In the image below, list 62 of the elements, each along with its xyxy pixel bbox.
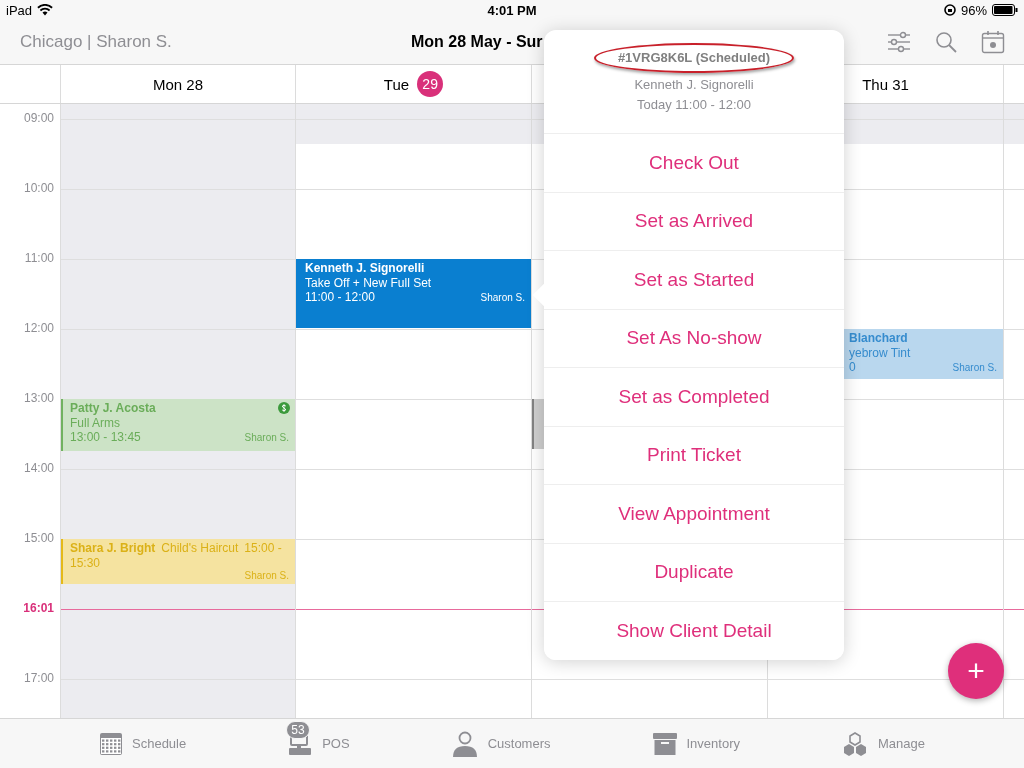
calendar-grid-icon	[100, 732, 122, 755]
day-header[interactable]: Tue 29	[295, 65, 531, 103]
hour-label: 11:00	[24, 251, 54, 265]
hour-label: 09:00	[23, 111, 54, 125]
tab-bar-item[interactable]: Inventory	[652, 732, 740, 755]
service-name: yebrow Tint	[849, 345, 912, 360]
date-range-title: Mon 28 May - Sur	[411, 33, 543, 51]
appointment-block[interactable]: Kenneth J. Signorelli Take Off + New Full Set 11:00 - 12:00 Sharon S.	[296, 259, 531, 328]
service-name: Full Arms	[70, 415, 121, 430]
hour-label: 14:00	[23, 461, 54, 475]
today-badge: 29	[417, 71, 444, 97]
menu-item[interactable]: View Appointment	[544, 484, 844, 543]
menu-item[interactable]: Duplicate	[544, 542, 844, 601]
staff-name: Sharon S.	[244, 431, 289, 445]
person-icon	[451, 730, 478, 757]
calendar-icon[interactable]	[981, 30, 1005, 54]
filter-sliders-icon[interactable]	[887, 31, 911, 53]
day-label: Mon 28	[152, 75, 203, 93]
device-name: iPad	[6, 2, 33, 18]
hour-label: 10:00	[23, 181, 54, 195]
day-label: Thu 31	[862, 75, 909, 93]
hour-label: 15:00	[23, 531, 54, 545]
menu-item[interactable]: Set as Started	[544, 250, 844, 309]
count-badge: 53	[286, 720, 310, 739]
hexagons-icon	[841, 731, 868, 756]
highlighted-appointment-code: #1VRG8K6L (Scheduled)	[593, 43, 795, 73]
menu-item[interactable]: Check Out	[544, 133, 844, 192]
tab-bar-item[interactable]: Manage	[841, 731, 925, 756]
menu-item[interactable]: Set As No-show	[544, 308, 844, 367]
wifi-icon	[37, 4, 54, 16]
appointment-time: 13:00 - 13:45	[70, 430, 141, 445]
battery-icon	[992, 4, 1018, 16]
tab-bar-item[interactable]: Customers	[451, 730, 551, 757]
client-name: Patty J. Acosta	[70, 401, 157, 416]
day-header[interactable]: Mon 28	[60, 65, 295, 103]
rotation-lock-icon	[943, 4, 956, 16]
appointment-time: Today 11:00 - 12:00	[637, 96, 751, 114]
location-label: Chicago | Sharon S.	[19, 32, 173, 52]
appointment-time: 11:00 - 12:00	[305, 290, 375, 305]
staff-name: Sharon S.	[480, 291, 525, 305]
hour-label: 13:00	[23, 391, 54, 405]
hour-label: 17:00	[23, 671, 54, 685]
client-name: Kenneth J. Signorelli	[305, 261, 426, 276]
staff-name: Sharon S.	[243, 570, 289, 582]
client-name: Kenneth J. Signorelli	[634, 76, 754, 94]
appointment-summary: Shara J. Bright Child's Haircut 15:00 - 15:30	[70, 541, 283, 570]
battery-percent: 96%	[960, 2, 987, 18]
menu-item[interactable]: Set as Arrived	[544, 191, 844, 250]
hour-label: 12:00	[23, 321, 54, 335]
current-time-label: 16:01	[23, 601, 54, 615]
menu-item[interactable]: Print Ticket	[544, 425, 844, 484]
box-icon	[652, 732, 677, 755]
day-label: Tue	[383, 75, 410, 93]
appointment-time: 0	[849, 360, 856, 375]
tab-bar-item[interactable]: Schedule	[100, 732, 187, 755]
service-name: Take Off + New Full Set	[305, 275, 433, 290]
clock-time: 4:01 PM	[487, 2, 537, 18]
search-icon[interactable]	[935, 31, 957, 53]
client-name: Blanchard	[849, 331, 909, 346]
menu-item[interactable]: Set as Completed	[544, 367, 844, 426]
menu-item[interactable]: Show Client Detail	[544, 601, 844, 660]
staff-name: Sharon S.	[952, 361, 997, 375]
